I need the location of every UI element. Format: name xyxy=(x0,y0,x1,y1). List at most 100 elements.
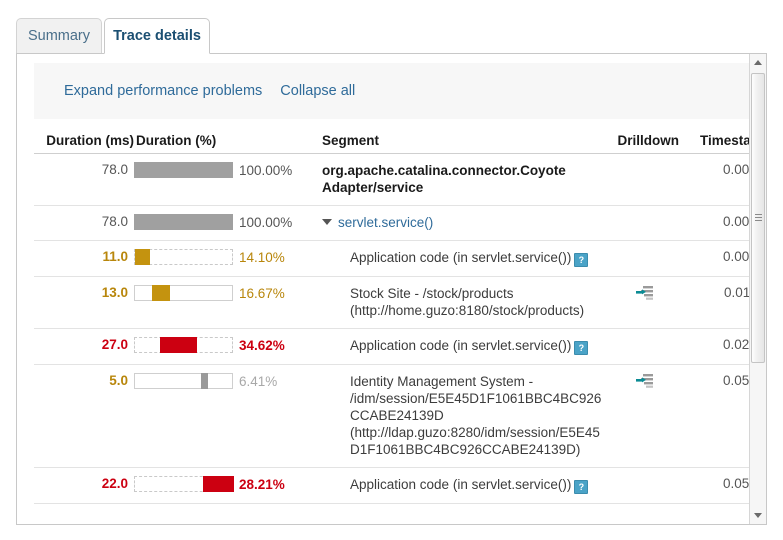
cell-duration-ms: 22.0 xyxy=(34,468,134,504)
cell-duration-ms: 78.0 xyxy=(34,154,134,206)
duration-pct-value: 100.00% xyxy=(233,215,292,230)
duration-pct-value: 100.00% xyxy=(233,163,292,178)
tab-summary-label: Summary xyxy=(28,28,90,44)
duration-bar-fill xyxy=(201,373,208,389)
cell-segment: Application code (in servlet.service())? xyxy=(308,468,607,504)
cell-drilldown xyxy=(607,154,683,206)
cell-duration-ms: 78.0 xyxy=(34,206,134,241)
duration-bar-track xyxy=(134,285,233,301)
scrollbar-thumb[interactable] xyxy=(751,73,765,363)
duration-pct-value: 14.10% xyxy=(233,250,285,265)
cell-duration-ms: 5.0 xyxy=(34,365,134,468)
scroll-up-arrow[interactable] xyxy=(750,54,766,71)
collapse-all-link[interactable]: Collapse all xyxy=(280,83,355,99)
duration-ms-value: 13.0 xyxy=(34,285,134,300)
segment-label: Identity Management System - /idm/sessio… xyxy=(308,373,607,458)
cell-segment: org.apache.catalina.connector.Coyote Ada… xyxy=(308,154,607,206)
duration-bar-fill xyxy=(152,285,170,301)
duration-bar-fill xyxy=(135,249,150,265)
segment-label: Stock Site - /stock/products (http://hom… xyxy=(308,285,607,319)
segment-label: servlet.service() xyxy=(308,214,607,231)
cell-duration-pct: 16.67% xyxy=(134,277,308,329)
segment-label: Application code (in servlet.service())? xyxy=(308,476,607,494)
table-row: 78.0 100.00% servlet.service() xyxy=(34,206,751,241)
segment-text: Application code (in servlet.service()) xyxy=(350,477,571,492)
cell-drilldown xyxy=(607,241,683,277)
duration-bar-track xyxy=(134,249,233,265)
segment-link[interactable]: servlet.service() xyxy=(338,215,433,230)
cell-duration-pct: 100.00% xyxy=(134,154,308,206)
duration-ms-value: 27.0 xyxy=(34,337,134,352)
header-drilldown: Drilldown xyxy=(607,133,683,154)
segment-text: Application code (in servlet.service()) xyxy=(350,250,571,265)
drilldown-icon[interactable] xyxy=(635,285,655,301)
cell-drilldown xyxy=(607,329,683,365)
tab-trace-details[interactable]: Trace details xyxy=(104,18,210,54)
expand-performance-problems-link[interactable]: Expand performance problems xyxy=(64,83,262,99)
cell-segment: servlet.service() xyxy=(308,206,607,241)
cell-drilldown xyxy=(607,277,683,329)
timestamp-value: 0.051 s xyxy=(723,373,751,388)
scroll-down-arrow[interactable] xyxy=(750,507,766,524)
cell-timestamp: 0.051 s xyxy=(683,365,751,468)
duration-bar-track xyxy=(134,373,233,389)
duration-bar-track xyxy=(134,162,233,178)
table-row: 27.0 34.62% Application code (in servlet… xyxy=(34,329,751,365)
cell-timestamp: 0.024 s xyxy=(683,329,751,365)
duration-ms-value: 11.0 xyxy=(34,249,134,264)
header-duration-ms: Duration (ms) xyxy=(34,133,134,154)
timestamp-value: 0.000 s xyxy=(723,162,751,177)
cell-duration-pct: 6.41% xyxy=(134,365,308,468)
cell-duration-ms: 13.0 xyxy=(34,277,134,329)
cell-timestamp: 0.000 s xyxy=(683,206,751,241)
help-icon[interactable]: ? xyxy=(574,253,588,267)
header-timestamp: Timestamp xyxy=(683,133,751,154)
vertical-scrollbar[interactable] xyxy=(749,54,766,524)
cell-timestamp: 0.000 s xyxy=(683,154,751,206)
cell-timestamp: 0.000 s xyxy=(683,241,751,277)
cell-duration-pct: 28.21% xyxy=(134,468,308,504)
cell-duration-pct: 14.10% xyxy=(134,241,308,277)
segment-label: Application code (in servlet.service())? xyxy=(308,249,607,267)
table-row: 11.0 14.10% Application code (in servlet… xyxy=(34,241,751,277)
table-row: 5.0 6.41% Identity Management System - /… xyxy=(34,365,751,468)
panel-content: Expand performance problems Collapse all… xyxy=(17,54,751,524)
duration-bar-fill xyxy=(203,476,234,492)
tab-strip: Summary Trace details xyxy=(0,0,783,56)
tab-summary[interactable]: Summary xyxy=(16,18,102,54)
trace-details-table: Duration (ms) Duration (%) Segment Drill… xyxy=(34,133,751,504)
help-icon[interactable]: ? xyxy=(574,480,588,494)
cell-segment: Identity Management System - /idm/sessio… xyxy=(308,365,607,468)
duration-ms-value: 22.0 xyxy=(34,476,134,491)
duration-bar-fill xyxy=(160,337,197,353)
timestamp-value: 0.024 s xyxy=(723,337,751,352)
header-segment: Segment xyxy=(308,133,607,154)
duration-ms-value: 78.0 xyxy=(34,162,134,177)
duration-pct-value: 34.62% xyxy=(233,338,285,353)
caret-down-icon[interactable] xyxy=(322,219,332,225)
trace-details-panel: Expand performance problems Collapse all… xyxy=(16,53,767,525)
segment-text: Application code (in servlet.service()) xyxy=(350,338,571,353)
segment-label: org.apache.catalina.connector.Coyote Ada… xyxy=(308,162,607,196)
header-duration-pct: Duration (%) xyxy=(134,133,308,154)
duration-bar-track xyxy=(134,214,233,230)
duration-bar-fill xyxy=(134,214,233,230)
cell-timestamp: 0.011 s xyxy=(683,277,751,329)
cell-duration-pct: 100.00% xyxy=(134,206,308,241)
table-row: 13.0 16.67% Stock Site - /stock/products… xyxy=(34,277,751,329)
scrollbar-grip-icon xyxy=(755,214,762,222)
cell-drilldown xyxy=(607,206,683,241)
table-header-row: Duration (ms) Duration (%) Segment Drill… xyxy=(34,133,751,154)
drilldown-icon[interactable] xyxy=(635,373,655,389)
segment-label: Application code (in servlet.service())? xyxy=(308,337,607,355)
duration-ms-value: 5.0 xyxy=(34,373,134,388)
duration-pct-value: 28.21% xyxy=(233,477,285,492)
cell-drilldown xyxy=(607,365,683,468)
cell-segment: Application code (in servlet.service())? xyxy=(308,329,607,365)
cell-duration-pct: 34.62% xyxy=(134,329,308,365)
cell-duration-ms: 11.0 xyxy=(34,241,134,277)
duration-pct-value: 16.67% xyxy=(233,286,285,301)
timestamp-value: 0.011 s xyxy=(724,285,751,300)
help-icon[interactable]: ? xyxy=(574,341,588,355)
duration-bar-track xyxy=(134,476,233,492)
